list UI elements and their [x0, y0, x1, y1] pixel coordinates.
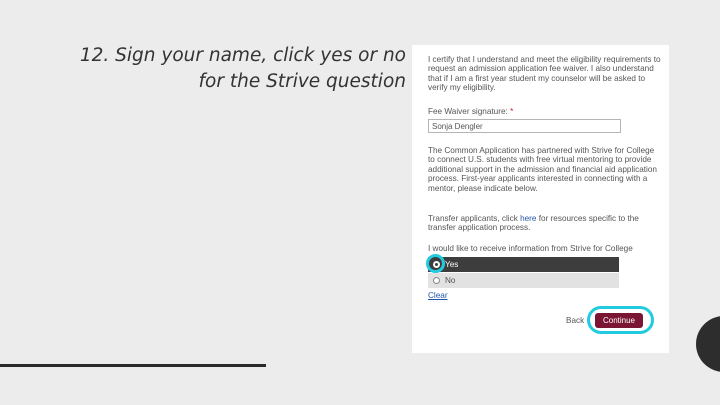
option-yes-label: Yes: [445, 259, 459, 269]
continue-highlight-circle: [587, 306, 654, 334]
strive-option-yes[interactable]: Yes: [428, 257, 619, 272]
slide-decor-circle: [696, 316, 720, 372]
yes-highlight-circle: [426, 254, 445, 273]
slide-divider: [0, 364, 266, 367]
clear-link[interactable]: Clear: [428, 291, 448, 300]
back-link[interactable]: Back: [566, 316, 584, 325]
strive-option-no[interactable]: No: [428, 273, 619, 288]
slide-title-line-2: for the Strive question: [198, 71, 406, 92]
transfer-resources-link[interactable]: here: [520, 214, 536, 223]
signature-label-text: Fee Waiver signature:: [428, 107, 508, 116]
signature-input[interactable]: Sonja Dengler: [428, 119, 621, 133]
signature-label: Fee Waiver signature: *: [428, 107, 513, 116]
transfer-text: Transfer applicants, click here for reso…: [428, 214, 662, 233]
strive-text: The Common Application has partnered wit…: [428, 146, 657, 193]
form-screenshot: I certify that I understand and meet the…: [412, 45, 669, 353]
transfer-text-before: Transfer applicants, click: [428, 214, 521, 223]
required-mark: *: [510, 107, 514, 116]
strive-question-label: I would like to receive information from…: [428, 244, 633, 253]
slide-title: 12. Sign your name, click yes or no for …: [26, 43, 406, 95]
certify-text: I certify that I understand and meet the…: [428, 55, 661, 93]
radio-unselected-icon[interactable]: [433, 277, 440, 284]
slide-title-line-1: 12. Sign your name, click yes or no: [79, 45, 406, 66]
option-no-label: No: [445, 275, 456, 285]
